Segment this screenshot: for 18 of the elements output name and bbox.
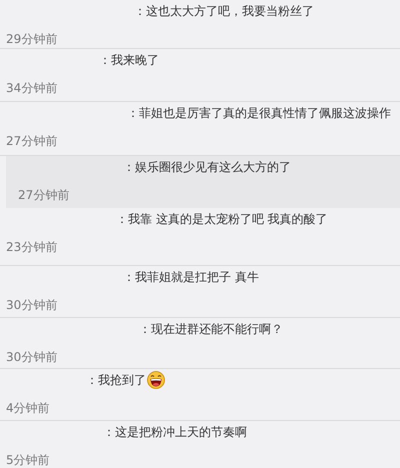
comment-text: ：我来晚了	[99, 52, 159, 68]
comment-time: 29分钟前	[6, 31, 58, 48]
comment-text: ：现在进群还能不能行啊？	[139, 320, 283, 338]
comment-time: 30分钟前	[6, 349, 58, 366]
comment-text: ：这也太大方了吧，我要当粉丝了	[134, 2, 314, 20]
comment-time: 4分钟前	[6, 400, 50, 417]
comment-text: ：我菲姐就是扛把子 真牛	[123, 268, 259, 286]
comment-time: 34分钟前	[6, 80, 58, 97]
comment-text: ：娱乐圈很少见有这么大方的了	[123, 158, 291, 176]
comment-text: ：我靠 这真的是太宠粉了吧 我真的酸了	[116, 210, 328, 228]
comment-time: 23分钟前	[6, 239, 58, 256]
comment-time: 27分钟前	[18, 187, 70, 204]
comment-time: 27分钟前	[6, 133, 58, 150]
comment-time: 30分钟前	[6, 297, 58, 314]
comment-text: ：这是把粉冲上天的节奏啊	[103, 424, 247, 440]
comment-text: ：我抢到了	[86, 372, 146, 388]
comment-time: 5分钟前	[6, 452, 50, 468]
comment-text: ：菲姐也是厉害了真的是很真性情了佩服这波操作	[127, 104, 391, 122]
